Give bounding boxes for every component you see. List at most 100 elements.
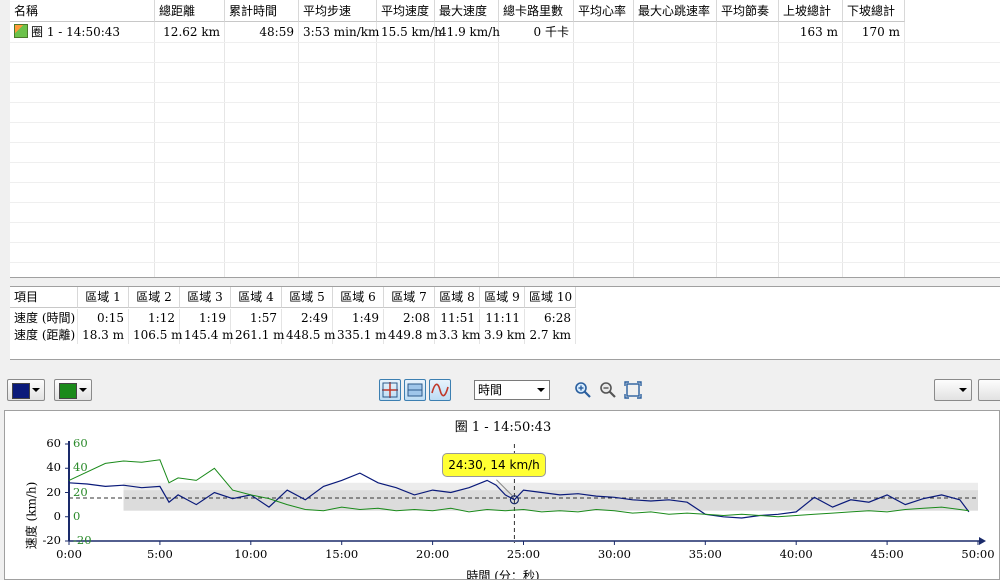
y-tick-label: 60	[46, 436, 61, 450]
x-tick-label: 10:00	[234, 547, 268, 561]
zones-col-header-2[interactable]: 區域 2	[129, 287, 180, 308]
zone-cell: 1:12	[129, 309, 180, 327]
options-dropdown[interactable]	[934, 379, 972, 401]
zone-cell: 1:19	[180, 309, 231, 327]
laps-col-header-7[interactable]: 平均心率	[574, 0, 634, 22]
zone-cell: 261.1 m	[231, 326, 285, 344]
series2-color-dropdown[interactable]	[54, 379, 92, 401]
laps-col-header-6[interactable]: 總卡路里數	[499, 0, 574, 22]
laps-col-header-2[interactable]: 累計時間	[225, 0, 299, 22]
options-dropdown-2[interactable]	[978, 379, 1000, 401]
laps-grid-line	[10, 42, 1000, 43]
crosshair-icon	[382, 382, 398, 398]
x-tick-label: 15:00	[325, 547, 359, 561]
laps-grid-line	[298, 22, 299, 277]
y2-tick-label: 20	[73, 484, 88, 499]
laps-grid-line	[716, 22, 717, 277]
laps-col-header-9[interactable]: 平均節奏	[717, 0, 779, 22]
laps-col-header-10[interactable]: 上坡總計	[779, 0, 843, 22]
laps-grid-line	[10, 242, 1000, 243]
laps-col-header-5[interactable]: 最大速度	[435, 0, 499, 22]
chevron-down-icon	[537, 388, 545, 392]
x-tick-label: 20:00	[416, 547, 450, 561]
series1-color-dropdown[interactable]	[7, 379, 45, 401]
laps-grid-line	[10, 142, 1000, 143]
y2-tick-label: 60	[73, 436, 88, 450]
zone-cell: 11:11	[480, 309, 525, 327]
zones-col-header-7[interactable]: 區域 7	[384, 287, 435, 308]
y-tick-label: -20	[42, 533, 61, 547]
zone-cell: 1:57	[231, 309, 282, 327]
zone-cell: 18.3 m	[78, 326, 129, 344]
laps-grid-line	[10, 262, 1000, 263]
x-axis-select[interactable]: 時間	[474, 380, 550, 400]
laps-grid-line	[842, 22, 843, 277]
lap-cell: 170 m	[843, 22, 905, 42]
zone-cell: 11:51	[435, 309, 480, 327]
zoom-in-icon[interactable]	[574, 381, 592, 399]
laps-col-header-4[interactable]: 平均速度	[377, 0, 435, 22]
lap-cell: 163 m	[779, 22, 843, 42]
zone-cell: 2.7 km	[525, 326, 576, 344]
lap-name-cell[interactable]: 圈 1 - 14:50:43	[10, 22, 155, 42]
laps-grid-line	[434, 22, 435, 277]
zone-cell: 106.5 m	[129, 326, 183, 344]
lap-cell: 12.62 km	[155, 22, 225, 42]
laps-grid-line	[778, 22, 779, 277]
x-tick-label: 30:00	[597, 547, 631, 561]
zone-cell: 6:28	[525, 309, 576, 327]
zones-col-header-5[interactable]: 區域 5	[282, 287, 333, 308]
zoom-fit-icon[interactable]	[624, 381, 642, 399]
lap-cell: 41.9 km/h	[435, 22, 500, 42]
zones-col-header-9[interactable]: 區域 9	[480, 287, 525, 308]
chevron-down-icon	[959, 388, 967, 392]
chevron-down-icon	[79, 388, 87, 392]
chart-toolbar: 時間	[0, 372, 1000, 408]
x-axis-arrow	[979, 537, 986, 545]
x-tick-label: 45:00	[870, 547, 904, 561]
laps-table: 名稱 總距離 累計時間 平均步速 平均速度 最大速度 總卡路里數 平均心率 最大心跳速率 平均節奏…	[10, 0, 1000, 278]
zone-cell: 449.8 m	[384, 326, 438, 344]
laps-grid-line	[904, 22, 905, 277]
band-button[interactable]	[404, 379, 426, 401]
laps-col-header-1[interactable]: 總距離	[155, 0, 225, 22]
smooth-line-button[interactable]	[429, 379, 451, 401]
zone-cell: 3.9 km	[480, 326, 526, 344]
zones-col-header-4[interactable]: 區域 4	[231, 287, 282, 308]
x-tick-label: 50:00	[961, 547, 995, 561]
zones-col-header-1[interactable]: 區域 1	[78, 287, 129, 308]
laps-grid-line	[154, 22, 155, 277]
zones-col-header-8[interactable]: 區域 8	[435, 287, 480, 308]
y2-tick-label: -20	[73, 533, 92, 547]
zone-row-label: 速度 (時間)	[10, 309, 78, 327]
laps-col-header-0[interactable]: 名稱	[10, 0, 155, 22]
zones-col-header-10[interactable]: 區域 10	[525, 287, 576, 308]
x-tick-label: 5:00	[146, 547, 173, 561]
zone-cell: 448.5 m	[282, 326, 336, 344]
laps-col-header-11[interactable]: 下坡總計	[843, 0, 905, 22]
speed-chart: 圈 1 - 14:50:43 速度 (km/h) 時間 (分：秒) 24:30,…	[4, 410, 1000, 580]
x-axis-select-value: 時間	[478, 383, 503, 397]
laps-grid-line	[10, 182, 1000, 183]
zoom-out-icon[interactable]	[599, 381, 617, 399]
zones-col-header-6[interactable]: 區域 6	[333, 287, 384, 308]
crosshair-button[interactable]	[379, 379, 401, 401]
lap-cell: 3:53 min/km	[299, 22, 379, 42]
zone-cell: 2:08	[384, 309, 435, 327]
zone-cell: 2:49	[282, 309, 333, 327]
y-tick-label: 0	[53, 508, 61, 523]
x-tick-label: 0:00	[56, 547, 82, 561]
laps-col-header-8[interactable]: 最大心跳速率	[634, 0, 717, 22]
lap-cell	[634, 22, 717, 42]
zone-row-label: 速度 (距離)	[10, 326, 78, 344]
lap-cell	[717, 22, 779, 42]
laps-grid-line	[10, 82, 1000, 83]
zones-col-header-3[interactable]: 區域 3	[180, 287, 231, 308]
zones-col-header-0[interactable]: 項目	[10, 287, 78, 308]
laps-col-header-3[interactable]: 平均步速	[299, 0, 377, 22]
series2-color-swatch	[59, 383, 77, 399]
x-tick-label: 35:00	[688, 547, 722, 561]
lap-name-text: 圈 1 - 14:50:43	[31, 25, 121, 39]
zone-cell: 335.1 m	[333, 326, 387, 344]
lap-cell	[574, 22, 634, 42]
